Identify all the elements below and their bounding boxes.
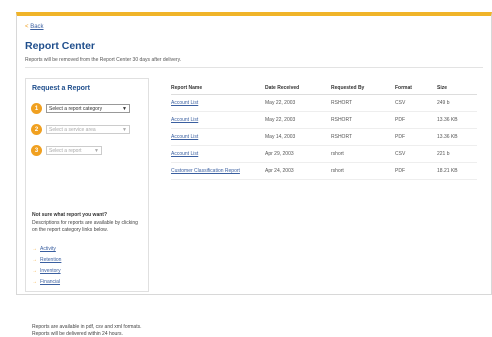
requested-by-cell: RSHORT	[331, 128, 395, 146]
date-received-cell: Apr 24, 2003	[265, 162, 331, 180]
chevron-down-icon: ▼	[122, 105, 127, 112]
table-row: Account List May 22, 2003 RSHORT PDF 13.…	[171, 111, 477, 129]
report-name-link[interactable]: Account List	[171, 134, 198, 140]
step-3-number: 3	[31, 145, 42, 156]
arrow-right-icon: →	[32, 246, 37, 252]
size-cell: 13.36 KB	[437, 128, 477, 146]
service-area-select-value: Select a service area	[49, 126, 96, 133]
date-received-cell: Apr 29, 2003	[265, 145, 331, 163]
chevron-down-icon: ▼	[94, 147, 99, 154]
report-select[interactable]: Select a report ▼	[46, 146, 102, 155]
report-category-select[interactable]: Select a report category ▼	[46, 104, 130, 113]
column-header: Requested By	[331, 82, 395, 95]
table-row: Customer Classification Report Apr 24, 2…	[171, 162, 477, 180]
chevron-down-icon: ▼	[122, 126, 127, 133]
arrow-right-icon: →	[32, 268, 37, 274]
category-link-retention[interactable]: Retention	[40, 257, 61, 263]
size-cell: 249 b	[437, 94, 477, 112]
table-row: Account List Apr 29, 2003 rshort CSV 221…	[171, 145, 477, 163]
requested-by-cell: rshort	[331, 145, 395, 163]
requested-by-cell: RSHORT	[331, 111, 395, 129]
report-name-link[interactable]: Account List	[171, 100, 198, 106]
help-text: Descriptions for reports are available b…	[32, 220, 138, 233]
format-note: Reports are available in pdf, csv and xm…	[32, 324, 142, 337]
category-link-financial[interactable]: Financial	[40, 279, 60, 285]
category-link-activity-row: → Activity	[32, 246, 56, 252]
request-report-panel: Request a Report 1 Select a report categ…	[25, 78, 149, 337]
step-1-number: 1	[31, 103, 42, 114]
column-header: Format	[395, 82, 437, 95]
format-cell: PDF	[395, 162, 437, 180]
help-heading: Not sure what report you want?	[32, 212, 108, 218]
step-1: 1 Select a report category ▼	[31, 103, 130, 114]
category-link-financial-row: → Financial	[32, 279, 60, 285]
format-cell: PDF	[395, 128, 437, 146]
format-cell: PDF	[395, 111, 437, 129]
step-2: 2 Select a service area ▼	[31, 124, 130, 135]
divider	[25, 67, 483, 68]
reports-table: Report Name Date Received Requested By F…	[171, 82, 477, 180]
category-link-retention-row: → Retention	[32, 257, 61, 263]
service-area-select[interactable]: Select a service area ▼	[46, 125, 130, 134]
arrow-right-icon: →	[32, 257, 37, 263]
date-received-cell: May 14, 2003	[265, 128, 331, 146]
format-cell: CSV	[395, 145, 437, 163]
back-arrow-icon: <	[25, 24, 29, 30]
back-link-row: < Back	[25, 24, 44, 30]
format-cell: CSV	[395, 94, 437, 112]
table-header-row: Report Name Date Received Requested By F…	[171, 82, 477, 95]
category-link-inventory-row: → Inventory	[32, 268, 61, 274]
step-2-number: 2	[31, 124, 42, 135]
request-report-heading: Request a Report	[32, 85, 90, 92]
column-header: Report Name	[171, 82, 265, 95]
step-3: 3 Select a report ▼	[31, 145, 102, 156]
page-subtitle: Reports will be removed from the Report …	[25, 57, 182, 63]
size-cell: 13.36 KB	[437, 111, 477, 129]
date-received-cell: May 22, 2003	[265, 94, 331, 112]
column-header: Date Received	[265, 82, 331, 95]
requested-by-cell: rshort	[331, 162, 395, 180]
report-name-link[interactable]: Account List	[171, 151, 198, 157]
size-cell: 18.21 KB	[437, 162, 477, 180]
report-name-link[interactable]: Account List	[171, 117, 198, 123]
page-title: Report Center	[25, 40, 96, 52]
report-category-select-value: Select a report category	[49, 105, 103, 112]
arrow-right-icon: →	[32, 279, 37, 285]
column-header: Size	[437, 82, 477, 95]
report-name-link[interactable]: Customer Classification Report	[171, 168, 240, 174]
category-link-activity[interactable]: Activity	[40, 246, 56, 252]
report-center-frame: < Back Report Center Reports will be rem…	[16, 12, 492, 337]
table-row: Account List May 14, 2003 RSHORT PDF 13.…	[171, 128, 477, 146]
date-received-cell: May 22, 2003	[265, 111, 331, 129]
category-link-inventory[interactable]: Inventory	[40, 268, 61, 274]
size-cell: 221 b	[437, 145, 477, 163]
report-select-value: Select a report	[49, 147, 82, 154]
requested-by-cell: RSHORT	[331, 94, 395, 112]
table-row: Account List May 22, 2003 RSHORT CSV 249…	[171, 94, 477, 112]
back-link[interactable]: Back	[30, 24, 43, 30]
